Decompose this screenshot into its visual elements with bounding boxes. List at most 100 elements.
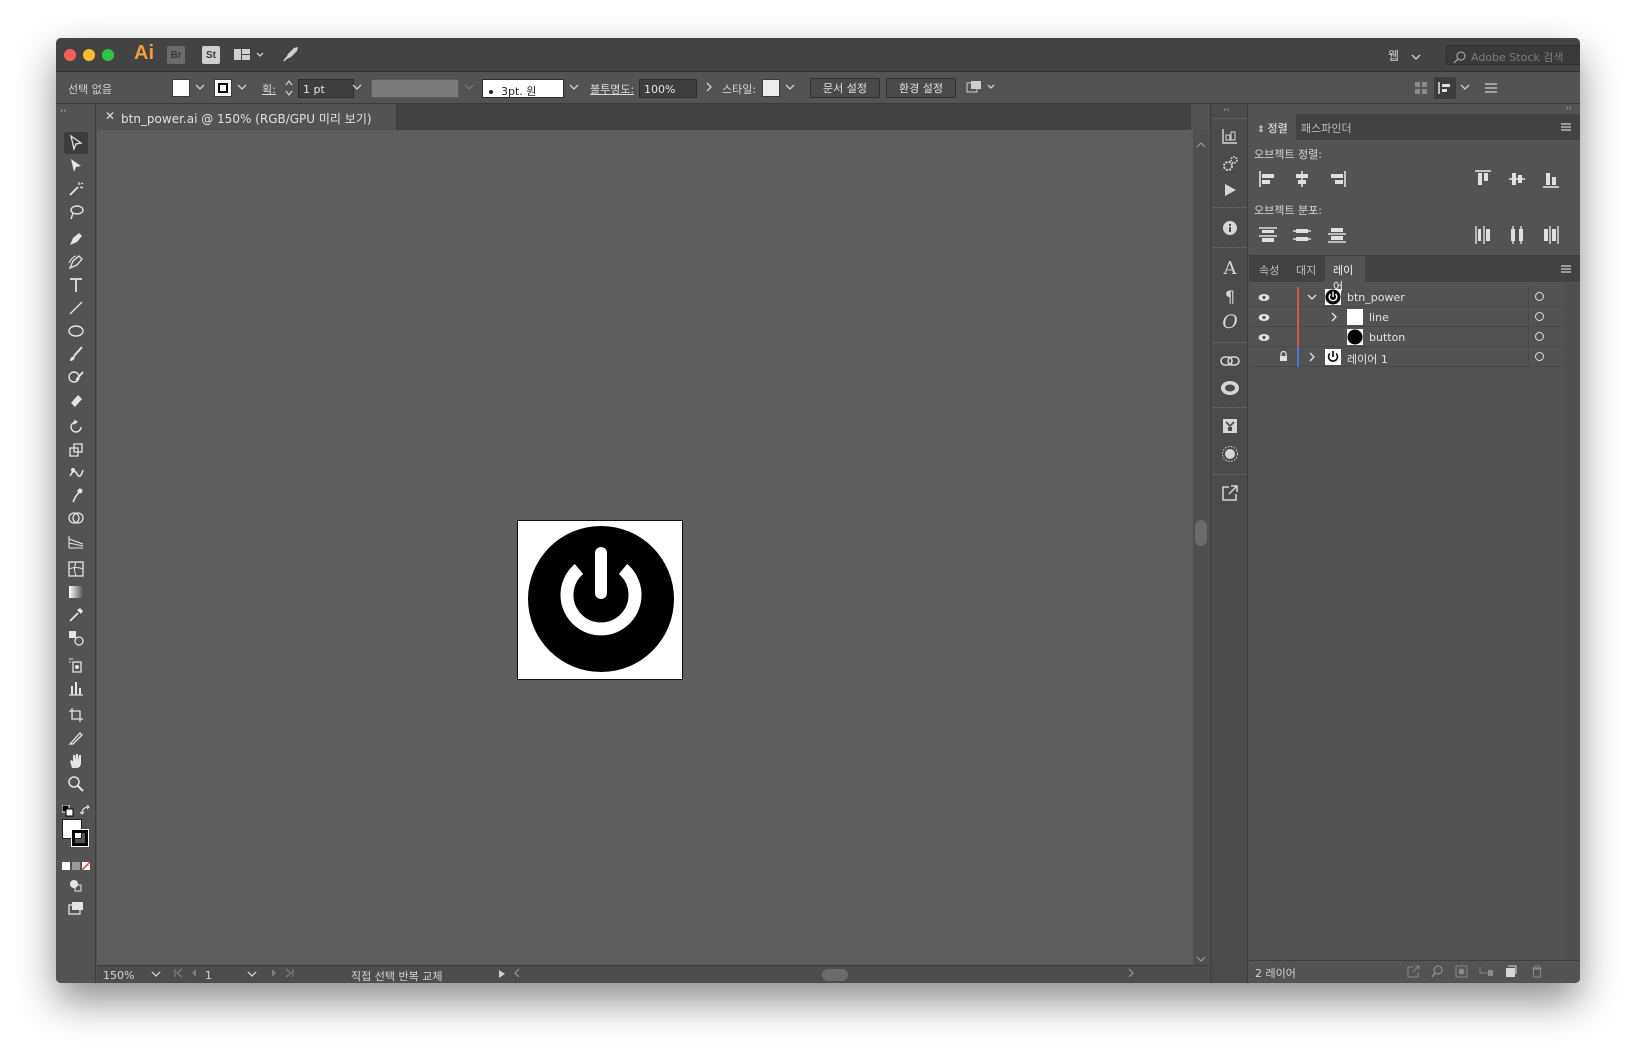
layers-panel-menu-icon[interactable] <box>1560 264 1572 277</box>
type-tool-icon[interactable] <box>64 274 88 296</box>
panel-menu-list-icon[interactable] <box>1484 81 1498 98</box>
blend-tool-icon[interactable] <box>64 627 88 649</box>
previous-artboard-icon[interactable] <box>189 968 199 981</box>
info-icon[interactable] <box>1220 218 1240 238</box>
artboard-number-field[interactable]: 1 <box>205 969 241 983</box>
direct-selection-tool-icon[interactable] <box>64 155 88 177</box>
character-icon[interactable]: A <box>1220 258 1240 279</box>
asset-export-icon[interactable] <box>1220 416 1240 436</box>
zoom-window-button[interactable] <box>102 49 114 61</box>
shaper-tool-icon[interactable] <box>64 366 88 388</box>
expand-chevron-down-icon[interactable] <box>1307 292 1317 305</box>
stroke-chevron-down-icon[interactable] <box>237 82 247 95</box>
expand-chevron-right-icon[interactable] <box>1329 312 1339 325</box>
column-graph-tool-icon[interactable] <box>64 677 88 699</box>
artboard-tool-icon[interactable] <box>64 704 88 726</box>
vertical-align-top-icon[interactable] <box>1472 168 1494 190</box>
rotate-tool-icon[interactable] <box>64 416 88 438</box>
bridge-button[interactable]: Br <box>167 46 185 64</box>
collect-for-export-icon[interactable] <box>1407 965 1420 981</box>
slice-tool-icon[interactable] <box>64 727 88 749</box>
scroll-up-icon[interactable] <box>1196 134 1206 153</box>
brush-definition-field[interactable]: 3pt. 원 <box>482 79 564 98</box>
eraser-tool-icon[interactable] <box>64 389 88 411</box>
next-artboard-icon[interactable] <box>269 968 279 981</box>
delete-layer-trash-icon[interactable] <box>1531 965 1543 981</box>
stock-button[interactable]: St <box>202 46 220 64</box>
canvas-area[interactable] <box>97 130 1193 965</box>
vertical-distribute-center-icon[interactable] <box>1291 224 1313 246</box>
horizontal-align-right-icon[interactable] <box>1326 168 1348 190</box>
curvature-tool-icon[interactable] <box>64 251 88 273</box>
tab-properties[interactable]: 속성 <box>1251 256 1287 282</box>
tab-layers[interactable]: 레이어 <box>1325 256 1365 293</box>
expand-panels-icon[interactable]: ‹‹ <box>1223 105 1229 114</box>
artboard[interactable] <box>517 520 683 680</box>
style-chevron-down-icon[interactable] <box>785 82 795 95</box>
puppet-warp-tool-icon[interactable] <box>64 485 88 507</box>
zoom-chevron-down-icon[interactable] <box>151 969 161 982</box>
tools-collapse-icon[interactable]: ›› <box>60 106 66 115</box>
stock-search-input[interactable]: Adobe Stock 검색 <box>1446 45 1580 65</box>
locate-object-icon[interactable] <box>1431 965 1444 981</box>
layer-row-btn-power[interactable]: btn_power <box>1249 287 1564 307</box>
stroke-color-indicator[interactable] <box>71 829 89 847</box>
eyedropper-tool-icon[interactable] <box>64 604 88 626</box>
tab-align[interactable]: ⇕ 정렬 <box>1249 114 1296 140</box>
creative-cloud-libraries-icon[interactable] <box>1220 378 1240 398</box>
horizontal-align-left-icon[interactable] <box>1257 168 1279 190</box>
perspective-grid-tool-icon[interactable] <box>64 531 88 553</box>
close-window-button[interactable] <box>64 49 76 61</box>
target-circle-icon[interactable] <box>1535 332 1544 341</box>
scale-tool-icon[interactable] <box>64 439 88 461</box>
document-setup-button[interactable]: 문서 설정 <box>810 78 880 98</box>
horizontal-scroll-thumb[interactable] <box>822 969 848 981</box>
pen-tool-icon[interactable] <box>64 228 88 250</box>
opacity-label[interactable]: 불투명도: <box>590 81 634 97</box>
graphic-style-swatch[interactable] <box>762 79 780 97</box>
visibility-eye-icon[interactable] <box>1258 332 1270 345</box>
opentype-icon[interactable]: O <box>1220 311 1240 333</box>
magic-wand-tool-icon[interactable] <box>64 178 88 200</box>
status-menu-arrow-icon[interactable] <box>497 969 507 982</box>
zoom-level-field[interactable]: 150% <box>103 969 134 982</box>
paintbrush-tool-icon[interactable] <box>64 343 88 365</box>
links-icon[interactable] <box>1220 351 1240 371</box>
preferences-button[interactable]: 환경 설정 <box>886 78 956 98</box>
horizontal-distribute-left-icon[interactable] <box>1472 224 1494 246</box>
vertical-align-center-icon[interactable] <box>1506 168 1528 190</box>
layer-row-line[interactable]: line <box>1249 307 1564 327</box>
gradient-tool-icon[interactable] <box>64 581 88 603</box>
horizontal-distribute-right-icon[interactable] <box>1540 224 1562 246</box>
close-document-icon[interactable]: ✕ <box>105 109 115 123</box>
target-circle-icon[interactable] <box>1535 292 1544 301</box>
color-mode-icons[interactable] <box>62 856 91 875</box>
stroke-weight-field[interactable]: 1 pt <box>298 79 354 98</box>
vertical-align-bottom-icon[interactable] <box>1540 168 1562 190</box>
layer-name[interactable]: btn_power <box>1347 291 1405 304</box>
brush-chevron-down-icon[interactable] <box>569 82 579 95</box>
horizontal-distribute-center-icon[interactable] <box>1506 224 1528 246</box>
target-circle-icon[interactable] <box>1535 352 1544 361</box>
play-actions-icon[interactable] <box>1220 180 1240 200</box>
align-chevron-down-icon[interactable] <box>1460 82 1470 95</box>
drawing-modes-icon[interactable] <box>64 874 88 896</box>
export-launch-icon[interactable] <box>1220 483 1240 503</box>
artboard-chevron-down-icon[interactable] <box>247 969 257 982</box>
vertical-scrollbar[interactable] <box>1193 130 1209 965</box>
status-text[interactable]: 직접 선택 반복 교체 <box>351 968 442 983</box>
grid-view-icon[interactable] <box>1414 81 1428 98</box>
align-panel-menu-icon[interactable] <box>1560 122 1572 135</box>
arrange-documents-icon[interactable] <box>234 47 264 67</box>
horizontal-align-center-icon[interactable] <box>1291 168 1313 190</box>
visibility-eye-icon[interactable] <box>1258 312 1270 325</box>
profile-chevron-down-icon[interactable] <box>464 82 474 95</box>
document-tab[interactable]: ✕ btn_power.ai @ 150% (RGB/GPU 미리 보기) <box>97 104 397 130</box>
lasso-tool-icon[interactable] <box>64 201 88 223</box>
new-sublayer-icon[interactable] <box>1479 965 1494 981</box>
workspace-switcher[interactable]: 웹 <box>1388 47 1399 64</box>
power-button-artwork[interactable] <box>518 521 682 679</box>
tab-artboards[interactable]: 대지 <box>1288 256 1324 282</box>
workspace-chevron-down-icon[interactable] <box>1411 47 1421 66</box>
layer-row-button[interactable]: button <box>1249 327 1564 347</box>
